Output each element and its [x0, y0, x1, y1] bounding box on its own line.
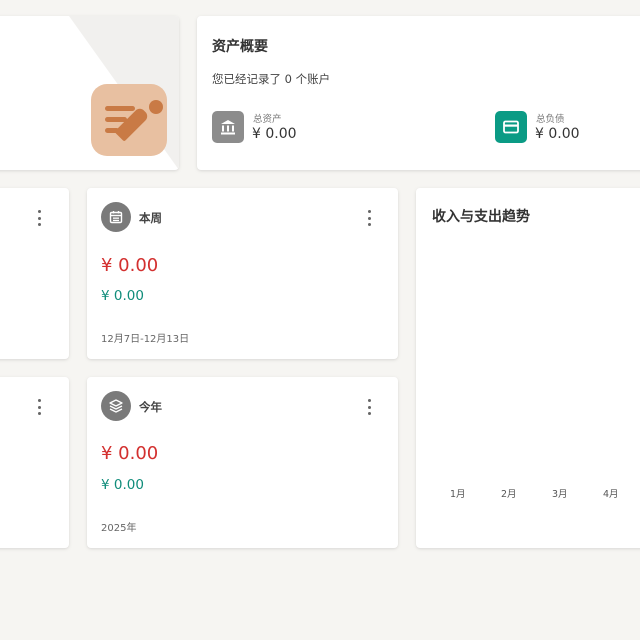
year-income: ¥ 0.00: [101, 477, 144, 493]
month-tick: 3月: [552, 489, 568, 500]
more-vertical-icon[interactable]: [363, 399, 375, 415]
year-period: 2025年: [101, 523, 137, 534]
month-tick: 2月: [501, 489, 517, 500]
week-stat-card: 本周 ¥ 0.00 ¥ 0.00 12月7日-12月13日: [87, 188, 398, 359]
year-stat-card: 今年 ¥ 0.00 ¥ 0.00 2025年: [87, 377, 398, 548]
week-expense: ¥ 0.00: [101, 255, 159, 276]
month-tick: 1月: [450, 489, 466, 500]
more-vertical-icon[interactable]: [33, 210, 45, 226]
total-liabilities-value: ¥ 0.00: [535, 126, 580, 142]
week-income: ¥ 0.00: [101, 288, 144, 304]
year-expense: ¥ 0.00: [101, 443, 159, 464]
total-liabilities-label: 总负债: [536, 114, 565, 125]
stat-card-partial: [0, 188, 69, 359]
bank-icon: [212, 111, 244, 143]
more-vertical-icon[interactable]: [33, 399, 45, 415]
calendar-icon: [101, 202, 131, 232]
asset-overview-card: 资产概要 您已经记录了 0 个账户 总资产 ¥ 0.00 总负债 ¥ 0.00: [197, 16, 640, 170]
trend-chart-card: 收入与支出趋势 1月 2月 3月 4月: [416, 188, 640, 548]
year-title: 今年: [139, 400, 162, 414]
app-logo-card: [0, 16, 179, 170]
more-vertical-icon[interactable]: [363, 210, 375, 226]
week-period: 12月7日-12月13日: [101, 334, 190, 345]
credit-card-icon: [495, 111, 527, 143]
account-count-text: 您已经记录了 0 个账户: [212, 72, 331, 86]
notes-pencil-icon: [91, 84, 167, 156]
stat-card-partial: [0, 377, 69, 548]
week-title: 本周: [139, 211, 162, 225]
asset-overview-title: 资产概要: [212, 39, 268, 55]
layers-icon: [101, 391, 131, 421]
total-assets-label: 总资产: [253, 114, 282, 125]
total-assets-value: ¥ 0.00: [252, 126, 297, 142]
month-tick: 4月: [603, 489, 619, 500]
trend-title: 收入与支出趋势: [432, 209, 530, 225]
